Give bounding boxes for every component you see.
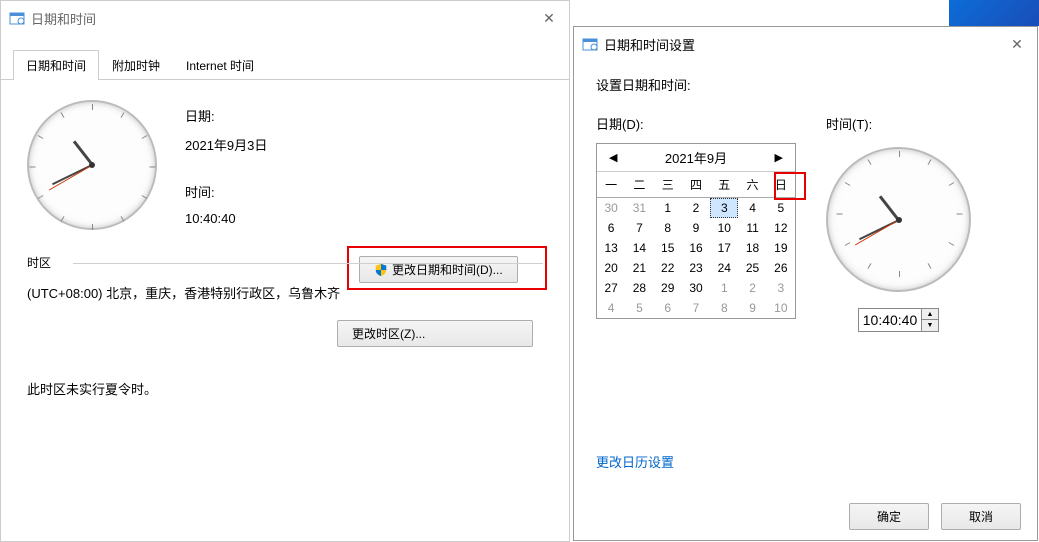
calendar-day[interactable]: 22 bbox=[654, 258, 682, 278]
date-value: 2021年9月3日 bbox=[185, 135, 267, 154]
date-d-label: 日期(D): bbox=[596, 114, 796, 133]
calendar-day-header: 三 bbox=[654, 172, 682, 198]
calendar-day[interactable]: 11 bbox=[738, 218, 766, 238]
calendar-day[interactable]: 18 bbox=[738, 238, 766, 258]
titlebar: 日期和时间 ✕ bbox=[1, 1, 569, 35]
change-timezone-label: 更改时区(Z)... bbox=[352, 325, 425, 342]
calendar-day[interactable]: 20 bbox=[597, 258, 625, 278]
calendar-day-header: 五 bbox=[710, 172, 738, 198]
calendar-day[interactable]: 12 bbox=[767, 218, 795, 238]
tab-additional-clocks[interactable]: 附加时钟 bbox=[99, 50, 173, 80]
timezone-section-title: 时区 bbox=[27, 254, 543, 271]
calendar-day[interactable]: 23 bbox=[682, 258, 710, 278]
next-month-button[interactable]: ▶ bbox=[769, 151, 789, 164]
highlight-box-day-5 bbox=[774, 172, 806, 200]
analog-clock-2 bbox=[826, 147, 971, 292]
calendar-day[interactable]: 6 bbox=[597, 218, 625, 238]
time-label: 时间: bbox=[185, 182, 267, 201]
calendar-day[interactable]: 17 bbox=[710, 238, 738, 258]
calendar-day[interactable]: 15 bbox=[654, 238, 682, 258]
calendar-day[interactable]: 26 bbox=[767, 258, 795, 278]
dst-note: 此时区未实行夏令时。 bbox=[27, 379, 543, 398]
time-input[interactable] bbox=[859, 309, 921, 331]
calendar-day[interactable]: 7 bbox=[625, 218, 653, 238]
ok-label: 确定 bbox=[877, 508, 901, 525]
calendar-day[interactable]: 8 bbox=[710, 298, 738, 318]
calendar-day[interactable]: 27 bbox=[597, 278, 625, 298]
time-spin-down[interactable]: ▼ bbox=[922, 320, 938, 331]
calendar-day[interactable]: 5 bbox=[767, 198, 795, 218]
change-calendar-settings-link[interactable]: 更改日历设置 bbox=[596, 452, 674, 471]
time-value: 10:40:40 bbox=[185, 211, 267, 226]
calendar-day-header: 四 bbox=[682, 172, 710, 198]
calendar-day[interactable]: 13 bbox=[597, 238, 625, 258]
window-title-2: 日期和时间设置 bbox=[604, 35, 695, 54]
change-timezone-button[interactable]: 更改时区(Z)... bbox=[337, 320, 533, 347]
cancel-button[interactable]: 取消 bbox=[941, 503, 1021, 530]
time-input-group: ▲ ▼ bbox=[858, 308, 939, 332]
titlebar-2: 日期和时间设置 ✕ bbox=[574, 27, 1037, 61]
prev-month-button[interactable]: ◀ bbox=[603, 151, 623, 164]
calendar-day[interactable]: 30 bbox=[597, 198, 625, 218]
calendar-grid: 一二三四五六日303112345678910111213141516171819… bbox=[597, 172, 795, 318]
tab-strip: 日期和时间 附加时钟 Internet 时间 bbox=[1, 49, 569, 80]
calendar-day[interactable]: 9 bbox=[682, 218, 710, 238]
calendar-day[interactable]: 16 bbox=[682, 238, 710, 258]
ok-button[interactable]: 确定 bbox=[849, 503, 929, 530]
calendar-day-header: 六 bbox=[738, 172, 766, 198]
cancel-label: 取消 bbox=[969, 508, 993, 525]
time-t-label: 时间(T): bbox=[826, 114, 872, 133]
calendar-day[interactable]: 19 bbox=[767, 238, 795, 258]
calendar-day[interactable]: 3 bbox=[710, 198, 738, 218]
desktop-background bbox=[949, 0, 1039, 26]
calendar-day[interactable]: 5 bbox=[625, 298, 653, 318]
calendar-day[interactable]: 29 bbox=[654, 278, 682, 298]
calendar-day[interactable]: 25 bbox=[738, 258, 766, 278]
close-button[interactable]: ✕ bbox=[537, 7, 561, 29]
datetime-settings-window: 日期和时间设置 ✕ 设置日期和时间: 日期(D): ◀ 2021年9月 ▶ 一二… bbox=[573, 26, 1038, 541]
close-button-2[interactable]: ✕ bbox=[1005, 33, 1029, 55]
calendar-title: 2021年9月 bbox=[665, 148, 727, 167]
calendar-day[interactable]: 10 bbox=[767, 298, 795, 318]
calendar-day[interactable]: 30 bbox=[682, 278, 710, 298]
tab-internet-time[interactable]: Internet 时间 bbox=[173, 50, 267, 80]
calendar-day[interactable]: 24 bbox=[710, 258, 738, 278]
calendar-day[interactable]: 31 bbox=[625, 198, 653, 218]
calendar-day-header: 一 bbox=[597, 172, 625, 198]
datetime-icon bbox=[9, 10, 25, 26]
calendar: ◀ 2021年9月 ▶ 一二三四五六日303112345678910111213… bbox=[596, 143, 796, 319]
calendar-day[interactable]: 4 bbox=[597, 298, 625, 318]
calendar-day[interactable]: 1 bbox=[710, 278, 738, 298]
datetime-icon bbox=[582, 36, 598, 52]
calendar-day[interactable]: 21 bbox=[625, 258, 653, 278]
datetime-window: 日期和时间 ✕ 日期和时间 附加时钟 Internet 时间 日期: 2021年… bbox=[0, 0, 570, 542]
date-label: 日期: bbox=[185, 106, 267, 125]
calendar-day[interactable]: 10 bbox=[710, 218, 738, 238]
analog-clock bbox=[27, 100, 157, 230]
calendar-day[interactable]: 8 bbox=[654, 218, 682, 238]
window-title: 日期和时间 bbox=[31, 9, 96, 28]
calendar-day[interactable]: 2 bbox=[682, 198, 710, 218]
calendar-day[interactable]: 28 bbox=[625, 278, 653, 298]
calendar-day[interactable]: 7 bbox=[682, 298, 710, 318]
calendar-day-header: 二 bbox=[625, 172, 653, 198]
calendar-day[interactable]: 4 bbox=[738, 198, 766, 218]
time-spin-up[interactable]: ▲ bbox=[922, 309, 938, 320]
calendar-day[interactable]: 14 bbox=[625, 238, 653, 258]
timezone-section-label: 时区 bbox=[27, 256, 51, 270]
calendar-day[interactable]: 9 bbox=[738, 298, 766, 318]
tab-content: 日期: 2021年9月3日 时间: 10:40:40 更改日期和时间(D)...… bbox=[1, 80, 569, 418]
calendar-day[interactable]: 1 bbox=[654, 198, 682, 218]
tab-datetime[interactable]: 日期和时间 bbox=[13, 50, 99, 80]
calendar-day[interactable]: 3 bbox=[767, 278, 795, 298]
calendar-day[interactable]: 6 bbox=[654, 298, 682, 318]
calendar-day[interactable]: 2 bbox=[738, 278, 766, 298]
settings-heading: 设置日期和时间: bbox=[596, 75, 1015, 94]
